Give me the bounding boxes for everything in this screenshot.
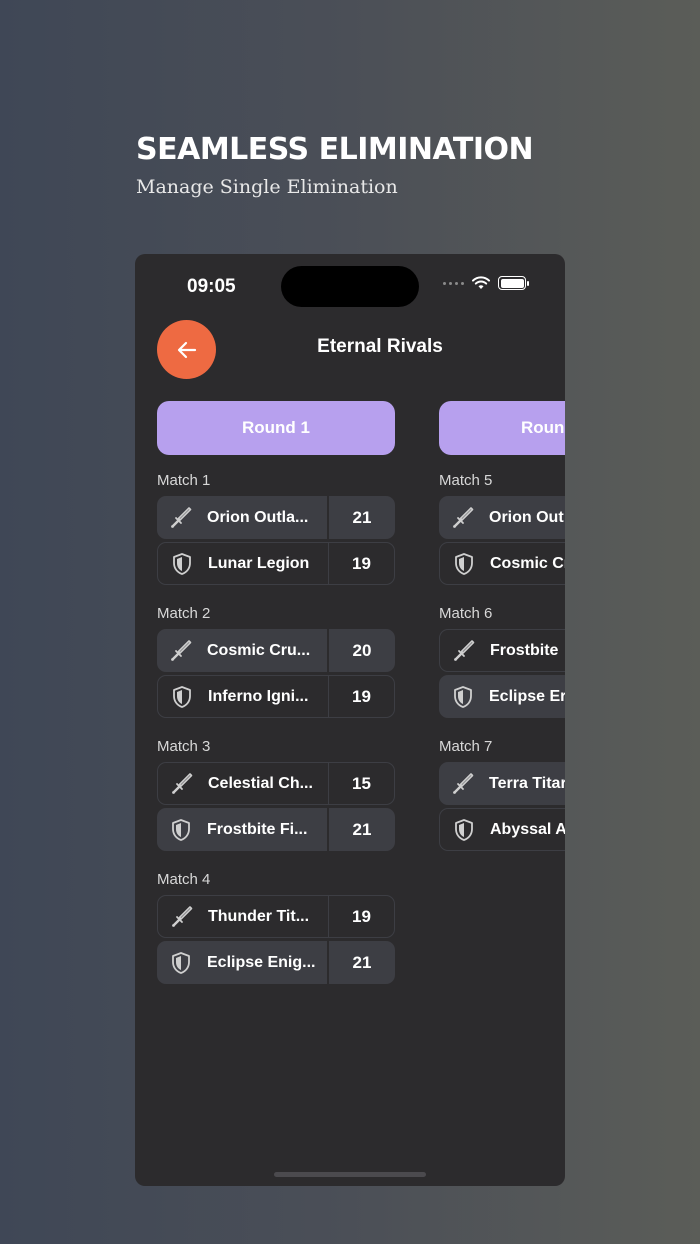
match-card: Match 3 Celestial Ch... 15 Frostbite Fi... 2… bbox=[157, 736, 395, 856]
team-name: Frostbite bbox=[490, 641, 559, 659]
sword-icon bbox=[452, 639, 476, 663]
team-row[interactable]: Cosmic Cr bbox=[439, 542, 565, 585]
match-label: Match 4 bbox=[157, 871, 211, 888]
shield-icon bbox=[452, 552, 476, 576]
team-name: Lunar Legion bbox=[208, 554, 310, 572]
team-info: Eclipse Er bbox=[439, 675, 565, 718]
shield-icon bbox=[170, 685, 194, 709]
back-button[interactable] bbox=[157, 320, 216, 379]
team-score: 20 bbox=[327, 629, 395, 672]
sword-icon bbox=[169, 639, 193, 663]
team-name: Orion Outla... bbox=[207, 508, 309, 526]
team-row[interactable]: Thunder Tit... 19 bbox=[157, 895, 395, 938]
match-card: Match 1 Orion Outla... 21 Lunar Legion 19 bbox=[157, 470, 395, 590]
team-info: Thunder Tit... bbox=[158, 896, 328, 937]
match-card: Match 6 Frostbite Eclipse Er bbox=[439, 603, 565, 723]
match-label: Match 7 bbox=[439, 738, 493, 755]
team-name: Frostbite Fi... bbox=[207, 820, 308, 838]
team-info: Cosmic Cr bbox=[440, 543, 565, 584]
match-label: Match 2 bbox=[157, 605, 211, 622]
team-row[interactable]: Abyssal A bbox=[439, 808, 565, 851]
team-info: Terra Titar bbox=[439, 762, 565, 805]
arrow-left-icon bbox=[177, 341, 196, 358]
match-label: Match 3 bbox=[157, 738, 211, 755]
team-row[interactable]: Lunar Legion 19 bbox=[157, 542, 395, 585]
phone-screen: 09:05 Eternal Rivals Round 1 Roun Match … bbox=[135, 254, 565, 1186]
team-name: Terra Titar bbox=[489, 774, 565, 792]
team-name: Cosmic Cru... bbox=[207, 641, 311, 659]
status-time: 09:05 bbox=[187, 276, 236, 297]
team-row[interactable]: Orion Out bbox=[439, 496, 565, 539]
team-info: Cosmic Cru... bbox=[157, 629, 327, 672]
home-indicator bbox=[274, 1172, 426, 1177]
round-2-button[interactable]: Roun bbox=[439, 401, 565, 455]
match-label: Match 5 bbox=[439, 472, 493, 489]
team-name: Abyssal A bbox=[490, 820, 565, 838]
team-row[interactable]: Frostbite Fi... 21 bbox=[157, 808, 395, 851]
team-row[interactable]: Celestial Ch... 15 bbox=[157, 762, 395, 805]
team-name: Thunder Tit... bbox=[208, 907, 310, 925]
sword-icon bbox=[170, 772, 194, 796]
match-card: Match 5 Orion Out Cosmic Cr bbox=[439, 470, 565, 590]
team-row[interactable]: Eclipse Enig... 21 bbox=[157, 941, 395, 984]
team-name: Eclipse Enig... bbox=[207, 953, 316, 971]
match-card: Match 4 Thunder Tit... 19 Eclipse Enig... 21 bbox=[157, 869, 395, 989]
battery-icon bbox=[498, 276, 529, 290]
team-info: Orion Out bbox=[439, 496, 565, 539]
team-score: 19 bbox=[328, 676, 394, 717]
team-score: 19 bbox=[328, 896, 394, 937]
team-score: 19 bbox=[328, 543, 394, 584]
team-score: 15 bbox=[328, 763, 394, 804]
team-row[interactable]: Eclipse Er bbox=[439, 675, 565, 718]
team-info: Abyssal A bbox=[440, 809, 565, 850]
promo-title: SEAMLESS ELIMINATION bbox=[136, 132, 534, 167]
team-info: Frostbite Fi... bbox=[157, 808, 327, 851]
shield-icon bbox=[169, 951, 193, 975]
team-row[interactable]: Inferno Igni... 19 bbox=[157, 675, 395, 718]
team-info: Inferno Igni... bbox=[158, 676, 328, 717]
shield-icon bbox=[451, 685, 475, 709]
team-name: Eclipse Er bbox=[489, 687, 565, 705]
team-info: Orion Outla... bbox=[157, 496, 327, 539]
team-score: 21 bbox=[327, 496, 395, 539]
signal-dots-icon bbox=[443, 281, 464, 285]
match-card: Match 2 Cosmic Cru... 20 Inferno Igni... 19 bbox=[157, 603, 395, 723]
match-label: Match 1 bbox=[157, 472, 211, 489]
match-card: Match 7 Terra Titar Abyssal A bbox=[439, 736, 565, 856]
team-row[interactable]: Orion Outla... 21 bbox=[157, 496, 395, 539]
team-info: Lunar Legion bbox=[158, 543, 328, 584]
sword-icon bbox=[169, 506, 193, 530]
sword-icon bbox=[170, 905, 194, 929]
status-indicators bbox=[443, 276, 529, 290]
team-info: Celestial Ch... bbox=[158, 763, 328, 804]
sword-icon bbox=[451, 772, 475, 796]
team-row[interactable]: Cosmic Cru... 20 bbox=[157, 629, 395, 672]
team-name: Cosmic Cr bbox=[490, 554, 565, 572]
sword-icon bbox=[451, 506, 475, 530]
match-label: Match 6 bbox=[439, 605, 493, 622]
shield-icon bbox=[170, 552, 194, 576]
team-name: Orion Out bbox=[489, 508, 564, 526]
shield-icon bbox=[452, 818, 476, 842]
team-info: Frostbite bbox=[440, 630, 565, 671]
dynamic-island bbox=[281, 266, 419, 307]
team-row[interactable]: Terra Titar bbox=[439, 762, 565, 805]
wifi-icon bbox=[472, 276, 490, 289]
team-name: Inferno Igni... bbox=[208, 687, 309, 705]
team-score: 21 bbox=[327, 808, 395, 851]
screen-title: Eternal Rivals bbox=[317, 336, 443, 357]
team-score: 21 bbox=[327, 941, 395, 984]
round-1-button[interactable]: Round 1 bbox=[157, 401, 395, 455]
team-row[interactable]: Frostbite bbox=[439, 629, 565, 672]
team-name: Celestial Ch... bbox=[208, 774, 313, 792]
shield-icon bbox=[169, 818, 193, 842]
team-info: Eclipse Enig... bbox=[157, 941, 327, 984]
promo-subtitle: Manage Single Elimination bbox=[136, 176, 398, 198]
